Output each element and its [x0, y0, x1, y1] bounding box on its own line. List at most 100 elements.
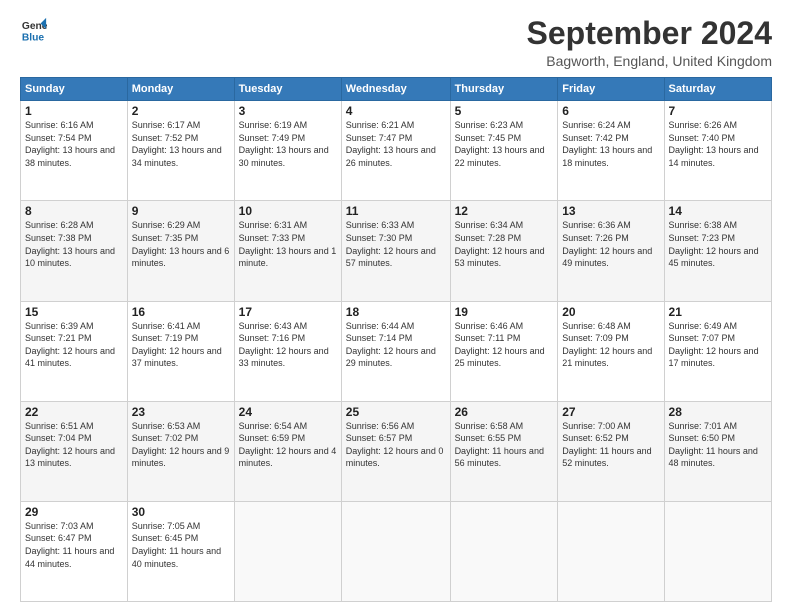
day-info: Sunrise: 6:36 AM Sunset: 7:26 PM Dayligh… — [562, 219, 659, 269]
header-monday: Monday — [127, 78, 234, 101]
calendar-cell: 8 Sunrise: 6:28 AM Sunset: 7:38 PM Dayli… — [21, 201, 128, 301]
day-info: Sunrise: 6:41 AM Sunset: 7:19 PM Dayligh… — [132, 320, 230, 370]
week-row-4: 22 Sunrise: 6:51 AM Sunset: 7:04 PM Dayl… — [21, 401, 772, 501]
calendar-cell: 3 Sunrise: 6:19 AM Sunset: 7:49 PM Dayli… — [234, 101, 341, 201]
svg-text:Blue: Blue — [22, 32, 45, 43]
calendar-cell: 13 Sunrise: 6:36 AM Sunset: 7:26 PM Dayl… — [558, 201, 664, 301]
location: Bagworth, England, United Kingdom — [527, 53, 772, 69]
day-info: Sunrise: 6:51 AM Sunset: 7:04 PM Dayligh… — [25, 420, 123, 470]
calendar-cell — [558, 501, 664, 601]
day-info: Sunrise: 6:58 AM Sunset: 6:55 PM Dayligh… — [455, 420, 554, 470]
header-sunday: Sunday — [21, 78, 128, 101]
day-info: Sunrise: 6:17 AM Sunset: 7:52 PM Dayligh… — [132, 119, 230, 169]
day-number: 28 — [669, 405, 767, 419]
day-info: Sunrise: 6:26 AM Sunset: 7:40 PM Dayligh… — [669, 119, 767, 169]
calendar-cell — [341, 501, 450, 601]
header-saturday: Saturday — [664, 78, 771, 101]
day-number: 3 — [239, 104, 337, 118]
day-info: Sunrise: 6:46 AM Sunset: 7:11 PM Dayligh… — [455, 320, 554, 370]
week-row-1: 1 Sunrise: 6:16 AM Sunset: 7:54 PM Dayli… — [21, 101, 772, 201]
page: General Blue September 2024 Bagworth, En… — [0, 0, 792, 612]
day-info: Sunrise: 6:39 AM Sunset: 7:21 PM Dayligh… — [25, 320, 123, 370]
calendar-cell: 14 Sunrise: 6:38 AM Sunset: 7:23 PM Dayl… — [664, 201, 771, 301]
day-number: 1 — [25, 104, 123, 118]
day-info: Sunrise: 6:34 AM Sunset: 7:28 PM Dayligh… — [455, 219, 554, 269]
day-number: 30 — [132, 505, 230, 519]
calendar-cell: 22 Sunrise: 6:51 AM Sunset: 7:04 PM Dayl… — [21, 401, 128, 501]
header-tuesday: Tuesday — [234, 78, 341, 101]
day-info: Sunrise: 6:28 AM Sunset: 7:38 PM Dayligh… — [25, 219, 123, 269]
day-info: Sunrise: 6:54 AM Sunset: 6:59 PM Dayligh… — [239, 420, 337, 470]
calendar-header-row: Sunday Monday Tuesday Wednesday Thursday… — [21, 78, 772, 101]
calendar-cell: 21 Sunrise: 6:49 AM Sunset: 7:07 PM Dayl… — [664, 301, 771, 401]
logo-icon: General Blue — [20, 16, 48, 44]
calendar-cell: 16 Sunrise: 6:41 AM Sunset: 7:19 PM Dayl… — [127, 301, 234, 401]
calendar-cell: 1 Sunrise: 6:16 AM Sunset: 7:54 PM Dayli… — [21, 101, 128, 201]
calendar-cell: 15 Sunrise: 6:39 AM Sunset: 7:21 PM Dayl… — [21, 301, 128, 401]
calendar-cell — [664, 501, 771, 601]
day-number: 27 — [562, 405, 659, 419]
calendar-cell: 9 Sunrise: 6:29 AM Sunset: 7:35 PM Dayli… — [127, 201, 234, 301]
day-info: Sunrise: 6:33 AM Sunset: 7:30 PM Dayligh… — [346, 219, 446, 269]
header-thursday: Thursday — [450, 78, 558, 101]
day-number: 2 — [132, 104, 230, 118]
week-row-2: 8 Sunrise: 6:28 AM Sunset: 7:38 PM Dayli… — [21, 201, 772, 301]
calendar-cell: 20 Sunrise: 6:48 AM Sunset: 7:09 PM Dayl… — [558, 301, 664, 401]
day-number: 9 — [132, 204, 230, 218]
day-number: 16 — [132, 305, 230, 319]
calendar-cell: 26 Sunrise: 6:58 AM Sunset: 6:55 PM Dayl… — [450, 401, 558, 501]
day-number: 7 — [669, 104, 767, 118]
day-info: Sunrise: 6:23 AM Sunset: 7:45 PM Dayligh… — [455, 119, 554, 169]
calendar-cell — [450, 501, 558, 601]
header-wednesday: Wednesday — [341, 78, 450, 101]
calendar-cell: 10 Sunrise: 6:31 AM Sunset: 7:33 PM Dayl… — [234, 201, 341, 301]
calendar-cell — [234, 501, 341, 601]
month-title: September 2024 — [527, 16, 772, 51]
calendar-cell: 12 Sunrise: 6:34 AM Sunset: 7:28 PM Dayl… — [450, 201, 558, 301]
day-number: 24 — [239, 405, 337, 419]
day-info: Sunrise: 6:21 AM Sunset: 7:47 PM Dayligh… — [346, 119, 446, 169]
day-info: Sunrise: 7:01 AM Sunset: 6:50 PM Dayligh… — [669, 420, 767, 470]
calendar-cell: 19 Sunrise: 6:46 AM Sunset: 7:11 PM Dayl… — [450, 301, 558, 401]
day-number: 22 — [25, 405, 123, 419]
day-info: Sunrise: 6:49 AM Sunset: 7:07 PM Dayligh… — [669, 320, 767, 370]
header: General Blue September 2024 Bagworth, En… — [20, 16, 772, 69]
day-number: 25 — [346, 405, 446, 419]
calendar-cell: 27 Sunrise: 7:00 AM Sunset: 6:52 PM Dayl… — [558, 401, 664, 501]
day-info: Sunrise: 7:05 AM Sunset: 6:45 PM Dayligh… — [132, 520, 230, 570]
day-number: 29 — [25, 505, 123, 519]
day-number: 21 — [669, 305, 767, 319]
day-number: 20 — [562, 305, 659, 319]
calendar-cell: 29 Sunrise: 7:03 AM Sunset: 6:47 PM Dayl… — [21, 501, 128, 601]
calendar-cell: 28 Sunrise: 7:01 AM Sunset: 6:50 PM Dayl… — [664, 401, 771, 501]
day-number: 12 — [455, 204, 554, 218]
week-row-3: 15 Sunrise: 6:39 AM Sunset: 7:21 PM Dayl… — [21, 301, 772, 401]
day-info: Sunrise: 6:16 AM Sunset: 7:54 PM Dayligh… — [25, 119, 123, 169]
day-number: 23 — [132, 405, 230, 419]
day-number: 4 — [346, 104, 446, 118]
day-info: Sunrise: 6:44 AM Sunset: 7:14 PM Dayligh… — [346, 320, 446, 370]
day-info: Sunrise: 6:24 AM Sunset: 7:42 PM Dayligh… — [562, 119, 659, 169]
title-block: September 2024 Bagworth, England, United… — [527, 16, 772, 69]
calendar-cell: 5 Sunrise: 6:23 AM Sunset: 7:45 PM Dayli… — [450, 101, 558, 201]
day-info: Sunrise: 6:19 AM Sunset: 7:49 PM Dayligh… — [239, 119, 337, 169]
day-number: 6 — [562, 104, 659, 118]
day-info: Sunrise: 7:00 AM Sunset: 6:52 PM Dayligh… — [562, 420, 659, 470]
day-number: 17 — [239, 305, 337, 319]
day-info: Sunrise: 6:56 AM Sunset: 6:57 PM Dayligh… — [346, 420, 446, 470]
day-number: 8 — [25, 204, 123, 218]
week-row-5: 29 Sunrise: 7:03 AM Sunset: 6:47 PM Dayl… — [21, 501, 772, 601]
header-friday: Friday — [558, 78, 664, 101]
day-number: 15 — [25, 305, 123, 319]
day-number: 19 — [455, 305, 554, 319]
calendar-cell: 24 Sunrise: 6:54 AM Sunset: 6:59 PM Dayl… — [234, 401, 341, 501]
calendar-cell: 17 Sunrise: 6:43 AM Sunset: 7:16 PM Dayl… — [234, 301, 341, 401]
calendar-table: Sunday Monday Tuesday Wednesday Thursday… — [20, 77, 772, 602]
day-info: Sunrise: 6:38 AM Sunset: 7:23 PM Dayligh… — [669, 219, 767, 269]
day-info: Sunrise: 6:29 AM Sunset: 7:35 PM Dayligh… — [132, 219, 230, 269]
day-number: 11 — [346, 204, 446, 218]
calendar-cell: 2 Sunrise: 6:17 AM Sunset: 7:52 PM Dayli… — [127, 101, 234, 201]
day-info: Sunrise: 6:31 AM Sunset: 7:33 PM Dayligh… — [239, 219, 337, 269]
calendar-cell: 18 Sunrise: 6:44 AM Sunset: 7:14 PM Dayl… — [341, 301, 450, 401]
day-number: 10 — [239, 204, 337, 218]
